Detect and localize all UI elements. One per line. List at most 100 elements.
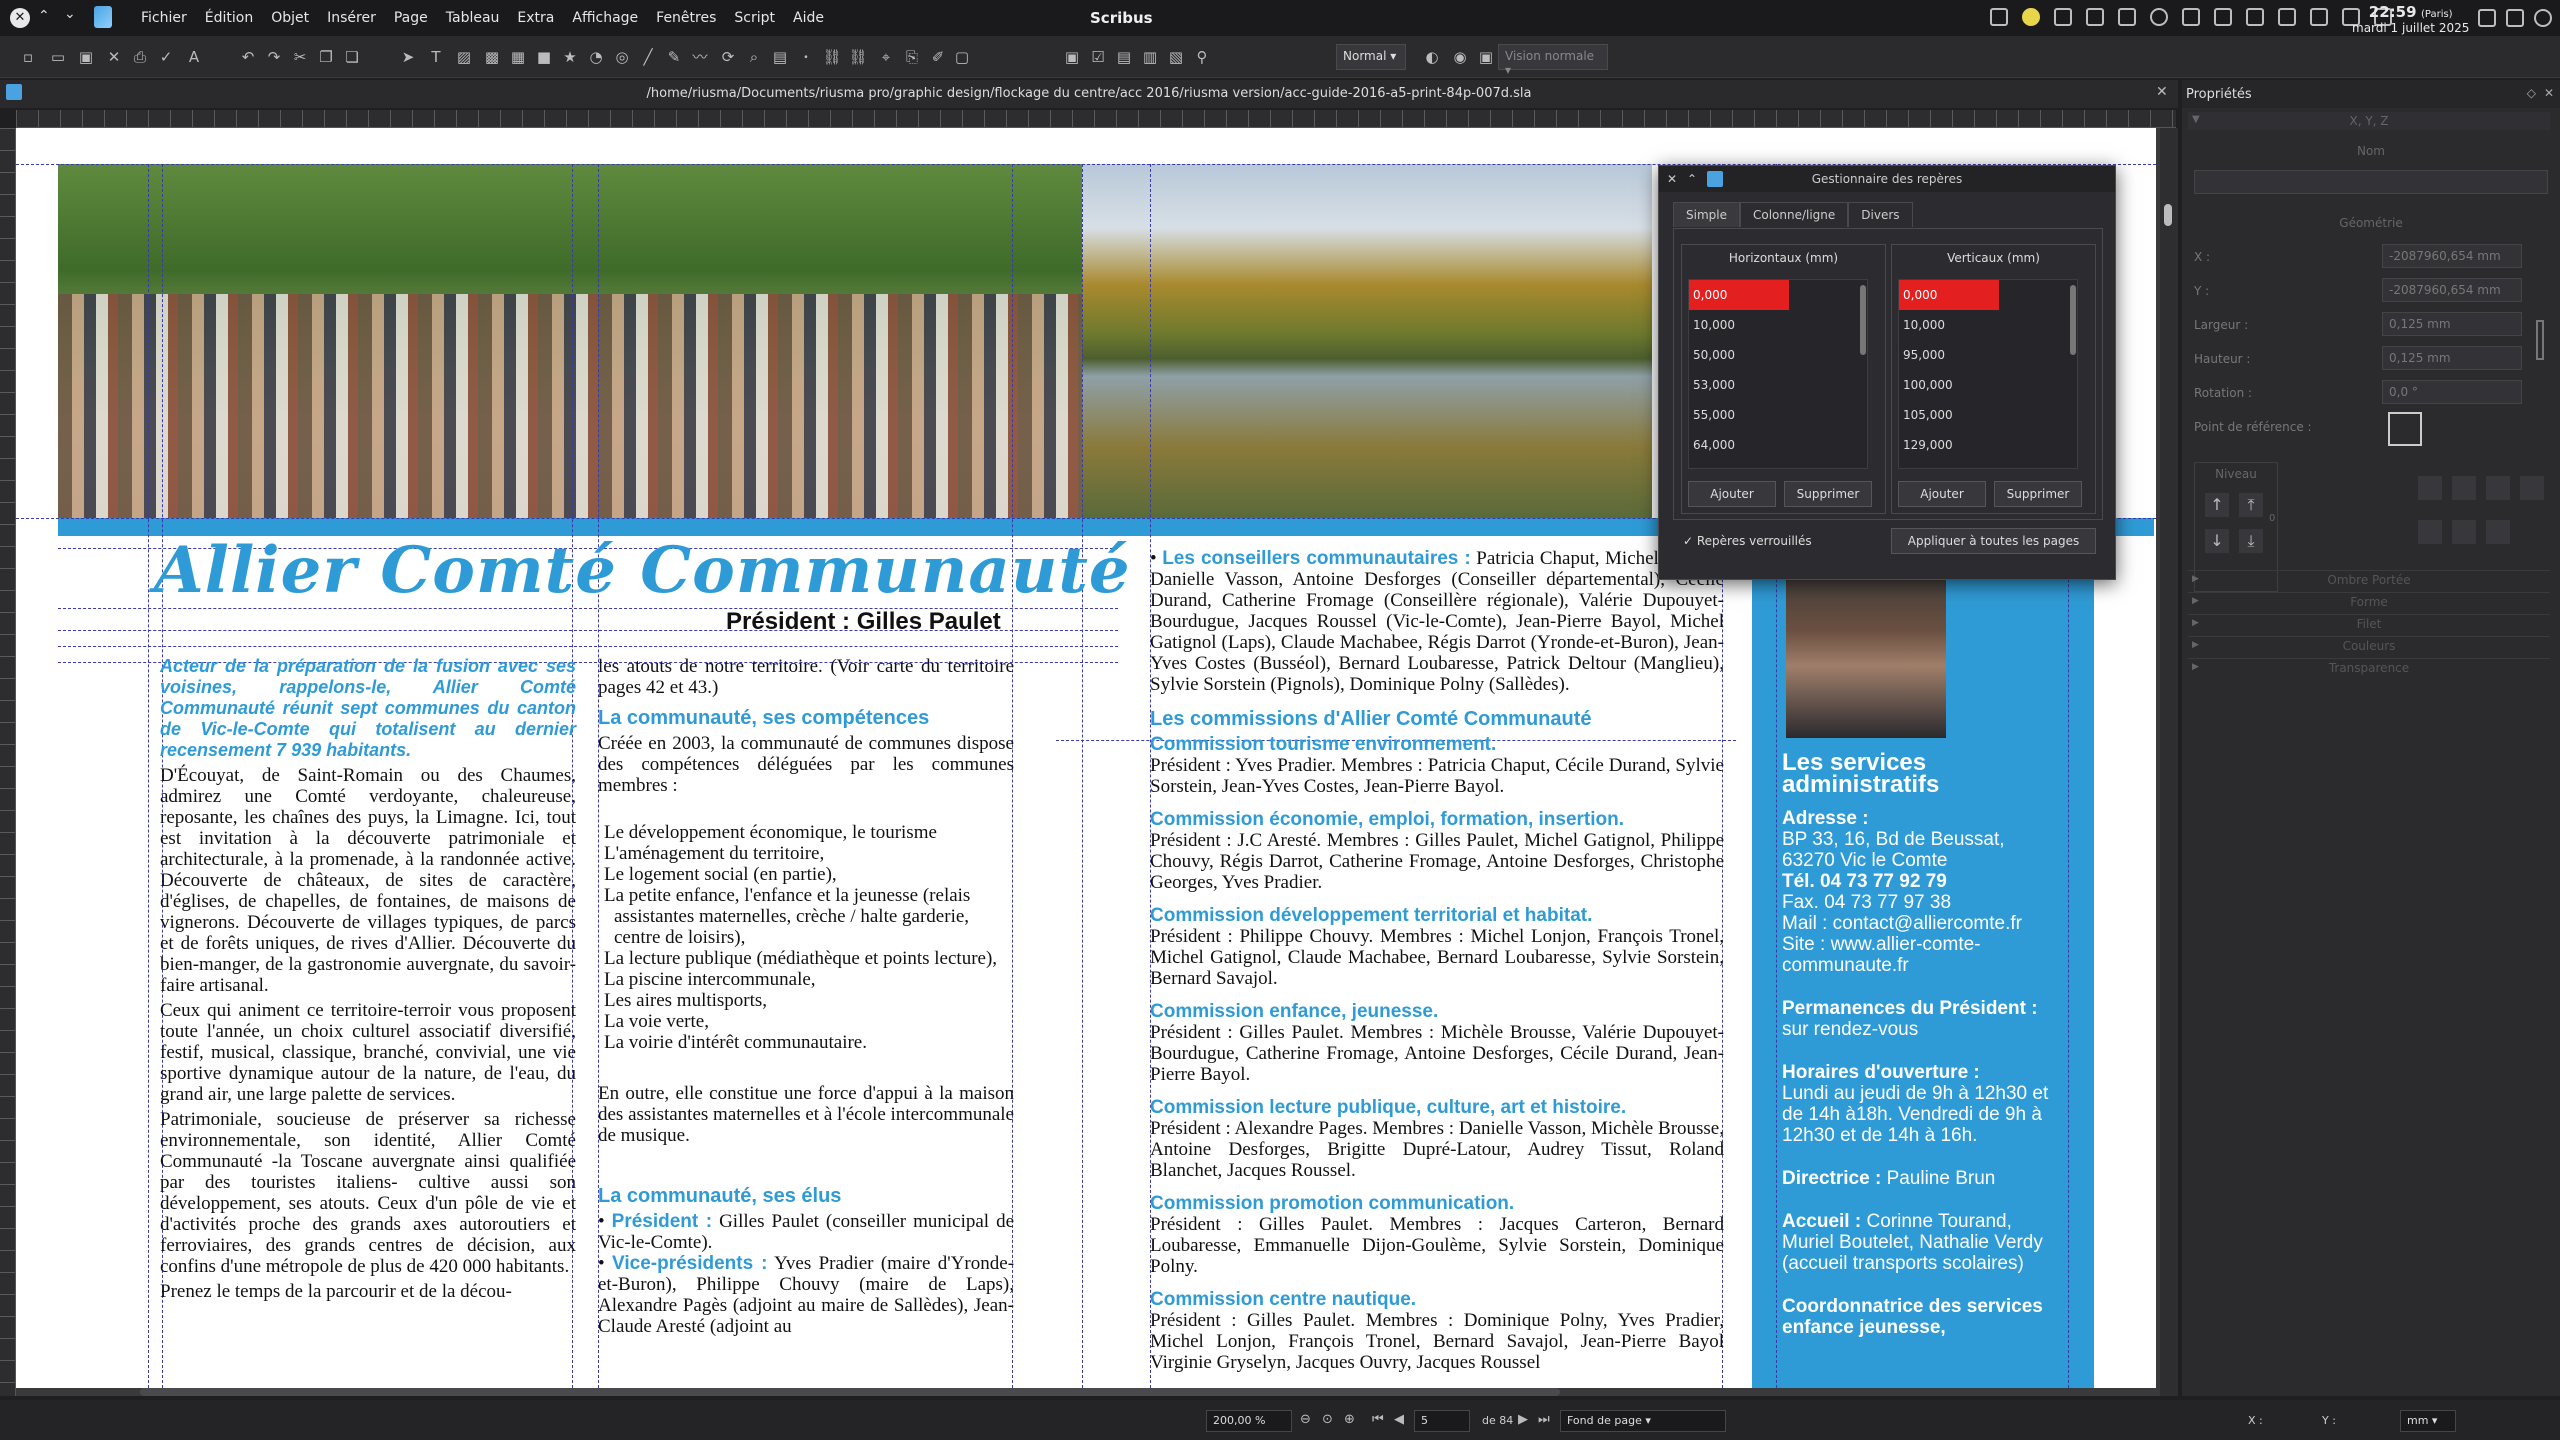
power-icon[interactable]: [2534, 9, 2552, 27]
photo-autumn-lake[interactable]: [1082, 164, 1652, 518]
new-document-icon[interactable]: ▫: [18, 47, 38, 67]
zoom-icon[interactable]: ⌕: [744, 47, 764, 67]
property-section-header[interactable]: ▶ Forme: [2188, 592, 2550, 612]
dialog-tab[interactable]: Simple: [1673, 202, 1740, 227]
previous-page-icon[interactable]: ◀: [1394, 1412, 1404, 1427]
guide-value[interactable]: 10,000: [1899, 310, 2077, 340]
settings-icon[interactable]: [1990, 8, 2008, 26]
freehand-icon[interactable]: 〰: [690, 47, 710, 67]
media-icon[interactable]: [2150, 8, 2168, 26]
guide-line[interactable]: [1082, 164, 1083, 1388]
list-scrollbar[interactable]: [2070, 285, 2076, 355]
property-section-header[interactable]: ▶ Filet: [2188, 614, 2550, 634]
shape-icon[interactable]: ■: [534, 47, 554, 67]
lock-icon[interactable]: [2486, 476, 2510, 500]
unit-select[interactable]: mm ▾: [2400, 1410, 2456, 1432]
unlink-frames-icon[interactable]: ⛓: [848, 47, 868, 67]
copy-icon[interactable]: ❐: [316, 47, 336, 67]
flip-vertical-icon[interactable]: [2452, 520, 2476, 544]
name-input[interactable]: [2194, 170, 2548, 194]
save-icon[interactable]: ▣: [76, 47, 96, 67]
vertical-scrollbar[interactable]: [2160, 128, 2178, 1396]
zoom-in-icon[interactable]: ⊕: [1344, 1412, 1355, 1427]
remove-horizontal-button[interactable]: Supprimer: [1784, 481, 1872, 507]
chevron-down-icon[interactable]: ⌄: [64, 6, 76, 22]
spiral-icon[interactable]: ◎: [612, 47, 632, 67]
services-text[interactable]: Adresse : BP 33, 16, Bd de Beussat, 6327…: [1782, 808, 2052, 1338]
photo-dance-crowd[interactable]: [58, 164, 1082, 518]
dialog-tab[interactable]: Colonne/ligne: [1739, 202, 1849, 227]
guide-value[interactable]: 10,000: [1689, 310, 1867, 340]
menu-item[interactable]: Insérer: [318, 10, 385, 26]
dialog-titlebar[interactable]: ✕ ⌃ Gestionnaire des repères: [1659, 166, 2115, 192]
edit-content-icon[interactable]: ▤: [770, 47, 790, 67]
add-vertical-button[interactable]: Ajouter: [1898, 481, 1986, 507]
rotate-icon[interactable]: ⟳: [718, 47, 738, 67]
property-section-header[interactable]: ▶ Ombre Portée: [2188, 570, 2550, 590]
clipboard-icon[interactable]: [2182, 8, 2200, 26]
remove-vertical-button[interactable]: Supprimer: [1994, 481, 2082, 507]
cut-icon[interactable]: ✂: [290, 47, 310, 67]
guide-value[interactable]: 55,000: [1689, 400, 1867, 430]
flip-horizontal-icon[interactable]: [2452, 476, 2476, 500]
edit-mode-icon[interactable]: ▣: [1476, 47, 1496, 67]
x-input[interactable]: -2087960,654 mm: [2382, 244, 2522, 268]
pdf-combo-box-icon[interactable]: ▤: [1114, 47, 1134, 67]
horizontal-guides-list[interactable]: 0,00010,00050,00053,00055,00064,00067,00…: [1688, 279, 1868, 469]
menu-item[interactable]: Fenêtres: [647, 10, 725, 26]
menu-item[interactable]: Fichier: [132, 10, 196, 26]
raise-to-top-icon[interactable]: ⤒: [2239, 493, 2263, 517]
width-input[interactable]: 0,125 mm: [2382, 312, 2522, 336]
president-line[interactable]: Président : Gilles Paulet: [726, 608, 1001, 636]
print-icon[interactable]: ⎙: [130, 47, 150, 67]
guide-value[interactable]: 140,000: [1899, 460, 2077, 468]
arc-icon[interactable]: ◔: [586, 47, 606, 67]
horizontal-ruler[interactable]: [16, 110, 2176, 128]
layer-select[interactable]: Fond de page ▾: [1560, 1410, 1726, 1432]
vertical-ruler[interactable]: [0, 128, 16, 1396]
first-page-icon[interactable]: ⏮: [1372, 1412, 1384, 1427]
guide-line[interactable]: [58, 646, 1118, 647]
guide-value[interactable]: 129,000: [1899, 430, 2077, 460]
clock[interactable]: 22:59 (Paris) mardi 1 juillet 2025: [2352, 3, 2469, 35]
xyz-section-header[interactable]: ▼ X, Y, Z: [2188, 112, 2550, 130]
device-icon[interactable]: [2278, 8, 2296, 26]
render-frame-icon[interactable]: ▩: [482, 47, 502, 67]
open-icon[interactable]: ▭: [48, 47, 68, 67]
president-portrait[interactable]: [1786, 558, 1946, 738]
bezier-icon[interactable]: ✎: [664, 47, 684, 67]
property-section-header[interactable]: ▶ Couleurs: [2188, 636, 2550, 656]
mail-icon[interactable]: [2054, 8, 2072, 26]
pdf-link-annotation-icon[interactable]: ⚲: [1192, 47, 1212, 67]
pdf-list-box-icon[interactable]: ▥: [1140, 47, 1160, 67]
text-frame-icon[interactable]: T: [426, 47, 446, 67]
guide-value[interactable]: 50,000: [1689, 340, 1867, 370]
ungroup-icon[interactable]: [2418, 520, 2442, 544]
user-icon[interactable]: [2506, 9, 2524, 27]
rotation-input[interactable]: 0,0 °: [2382, 380, 2522, 404]
group-icon[interactable]: [2418, 476, 2442, 500]
paste-icon[interactable]: ❏: [342, 47, 362, 67]
eyedropper-icon[interactable]: ✐: [928, 47, 948, 67]
menu-item[interactable]: Objet: [262, 10, 318, 26]
close-icon[interactable]: ✕: [2544, 86, 2554, 100]
folder-icon[interactable]: [2086, 8, 2104, 26]
table-icon[interactable]: ▦: [508, 47, 528, 67]
horizontal-scrollbar[interactable]: [140, 1388, 1560, 1396]
menu-item[interactable]: Script: [725, 10, 784, 26]
link-frames-icon[interactable]: ⛓: [822, 47, 842, 67]
update-icon[interactable]: [2214, 8, 2232, 26]
dialog-tab[interactable]: Divers: [1848, 202, 1913, 227]
display-icon[interactable]: [2118, 8, 2136, 26]
lock-icon[interactable]: [2478, 9, 2496, 27]
menu-item[interactable]: Extra: [508, 10, 563, 26]
menu-item[interactable]: Aide: [784, 10, 833, 26]
pdf-push-button-icon[interactable]: ▢: [952, 47, 972, 67]
size-lock-icon[interactable]: [2486, 520, 2510, 544]
preview-icon[interactable]: ◉: [1450, 47, 1470, 67]
reference-point-selector[interactable]: [2388, 412, 2422, 446]
guides-manager-dialog[interactable]: ✕ ⌃ Gestionnaire des repères Simple Colon…: [1658, 165, 2116, 580]
color-management-icon[interactable]: ◐: [1422, 47, 1442, 67]
guide-value[interactable]: 105,000: [1899, 400, 2077, 430]
line-icon[interactable]: ╱: [638, 47, 658, 67]
